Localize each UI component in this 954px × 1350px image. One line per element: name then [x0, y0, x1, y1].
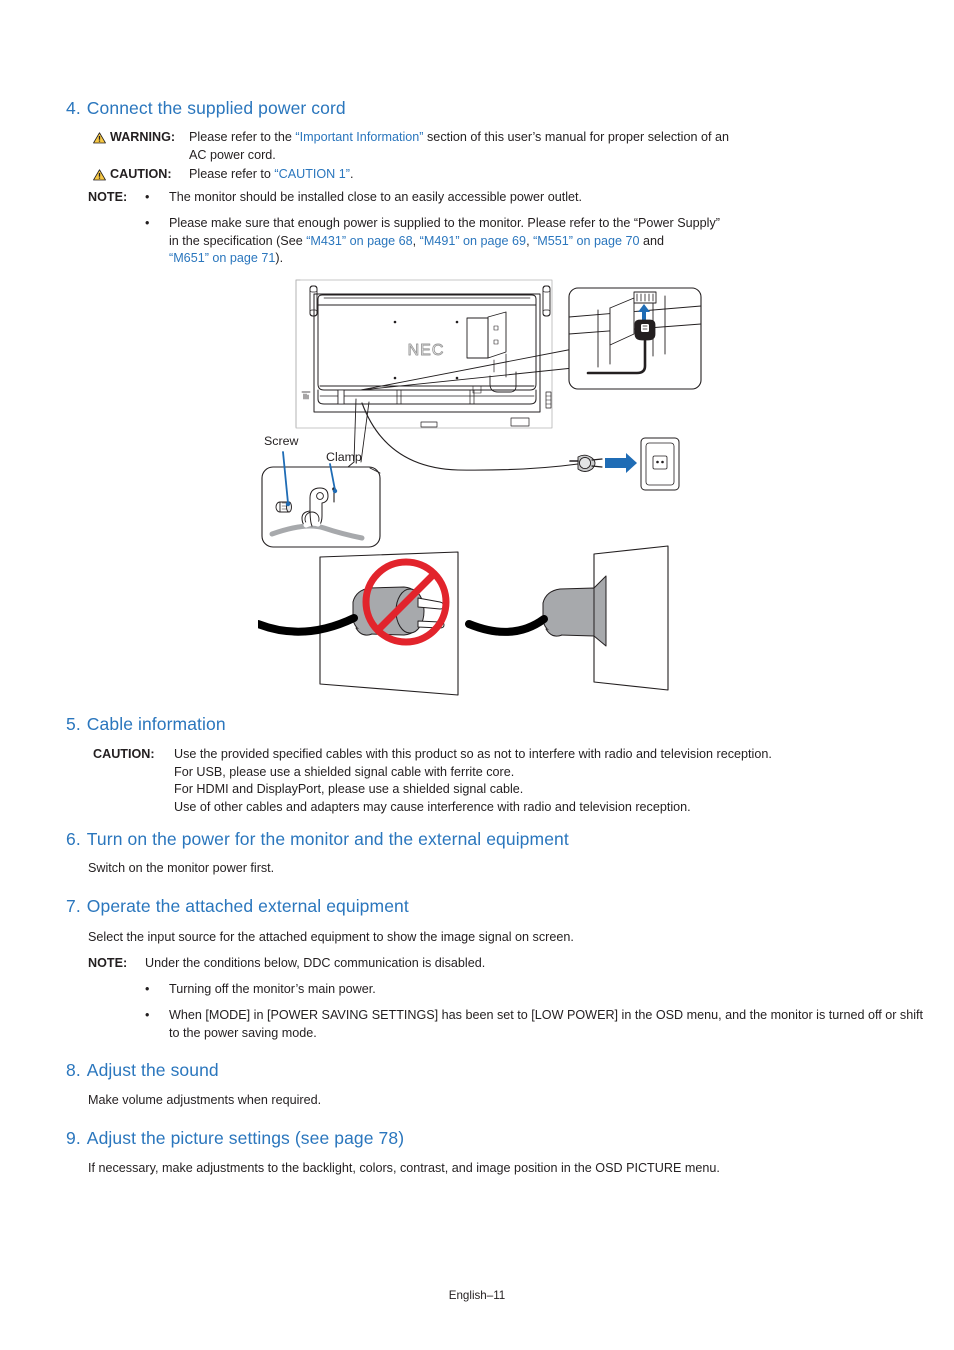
caution-text-before: Please refer to	[189, 167, 275, 181]
nec-logo: NEC	[408, 342, 445, 359]
section-8: 8. Adjust the sound	[66, 1060, 926, 1082]
section-6-number: 6.	[66, 829, 81, 849]
cable-caution-line-2: For USB, please use a shielded signal ca…	[174, 764, 515, 779]
section-7-bullet-2: •	[145, 1008, 150, 1022]
section-8-title: Adjust the sound	[86, 1060, 219, 1080]
cable-caution-line-1: Use the provided specified cables with t…	[174, 747, 772, 761]
section-6-title: Turn on the power for the monitor and th…	[86, 829, 569, 849]
note-label: NOTE:	[88, 190, 128, 204]
wall-plug-and-outlet	[569, 437, 680, 491]
section-6: 6. Turn on the power for the monitor and…	[66, 829, 926, 851]
note-bullet: •	[145, 190, 150, 204]
note-bullet-2: •	[145, 216, 150, 230]
note-item-1-text: The monitor should be installed close to…	[169, 190, 583, 204]
caution-text-after: .	[349, 167, 354, 181]
cable-caution-label: CAUTION:	[93, 747, 155, 761]
section-4-title: Connect the supplied power cord	[86, 98, 346, 118]
note-item-2-line2-prefix: in the specification (See	[169, 233, 307, 248]
caution-label: CAUTION:	[110, 167, 172, 181]
sep-3: and	[639, 233, 664, 248]
warning-text: Please refer to the “Important Informati…	[189, 129, 729, 164]
caution-text: Please refer to “CAUTION 1”.	[189, 166, 353, 184]
note-item-2-text: Please make sure that enough power is su…	[169, 215, 909, 268]
section-7-note: NOTE: Under the conditions below, DDC co…	[88, 955, 933, 973]
warning-triangle-icon	[93, 131, 106, 144]
section-7-title: Operate the attached external equipment	[86, 896, 409, 916]
section-8-heading: 8. Adjust the sound	[66, 1060, 926, 1082]
caution-row: CAUTION: Please refer to “CAUTION 1”.	[93, 166, 933, 184]
section-5-caution: CAUTION: Use the provided specified cabl…	[93, 746, 938, 816]
note-item-2-line1: Please make sure that enough power is su…	[169, 216, 720, 230]
warning-text-before: Please refer to the	[189, 130, 296, 144]
section-8-number: 8.	[66, 1060, 81, 1080]
plug-direction-arrow-icon	[605, 453, 637, 473]
socket-symbol-icon	[301, 391, 311, 400]
section-9-paragraph: If necessary, make adjustments to the ba…	[88, 1161, 720, 1175]
section-5-title: Cable information	[86, 714, 226, 734]
caution-triangle-icon	[93, 168, 106, 181]
section-7-note-label: NOTE:	[88, 956, 128, 970]
warning-text-line2: AC power cord.	[189, 147, 276, 162]
section-9-number: 9.	[66, 1128, 81, 1148]
section-4-number: 4.	[66, 98, 81, 118]
section-7: 7. Operate the attached external equipme…	[66, 896, 926, 918]
section-7-note-intro: Under the conditions below, DDC communic…	[145, 956, 486, 970]
cable-caution-line-3: For HDMI and DisplayPort, please use a s…	[174, 782, 524, 797]
section-5: 5. Cable information	[66, 714, 926, 736]
section-7-heading: 7. Operate the attached external equipme…	[66, 896, 926, 918]
plug-insertion-correct	[465, 545, 669, 691]
power-cord-diagram-svg: NEC	[254, 279, 702, 696]
power-cable	[361, 402, 579, 471]
note-item-2-line3-suffix: ).	[275, 251, 284, 266]
section-5-number: 5.	[66, 714, 81, 734]
m491-link[interactable]: “M491” on page 69	[420, 234, 526, 248]
sep-2: ,	[526, 233, 534, 248]
clamp-label: Clamp	[326, 450, 362, 464]
warning-label: WARNING:	[110, 130, 176, 144]
section-7-bullet-1: •	[145, 982, 150, 996]
note-row-2: • Please make sure that enough power is …	[88, 215, 933, 268]
plug-insertion-incorrect	[254, 551, 459, 696]
section-7-paragraph: Select the input source for the attached…	[88, 930, 574, 944]
m431-link[interactable]: “M431” on page 68	[306, 234, 412, 248]
section-4-heading: 4. Connect the supplied power cord	[66, 98, 926, 120]
page-footer: English–11	[448, 1289, 506, 1302]
cable-caution-line-4: Use of other cables and adapters may cau…	[174, 799, 691, 814]
section-7-note-item-1: • Turning off the monitor’s main power.	[88, 981, 933, 999]
screw-label: Screw	[264, 434, 299, 448]
cable-caution-body: Use the provided specified cables with t…	[174, 746, 934, 816]
section-7-note-item-2: • When [MODE] in [POWER SAVING SETTINGS]…	[88, 1007, 933, 1042]
section-7-number: 7.	[66, 896, 81, 916]
sep-1: ,	[412, 233, 420, 248]
important-information-link[interactable]: “Important Information”	[295, 130, 423, 144]
section-9: 9. Adjust the picture settings (see page…	[66, 1128, 926, 1150]
section-4: 4. Connect the supplied power cord	[66, 98, 926, 120]
m651-link[interactable]: “M651” on page 71	[169, 251, 275, 265]
section-9-title: Adjust the picture settings (see page 78…	[86, 1128, 405, 1148]
section-7-note-item-2-text: When [MODE] in [POWER SAVING SETTINGS] h…	[169, 1008, 924, 1040]
section-5-heading: 5. Cable information	[66, 714, 926, 736]
m551-link[interactable]: “M551” on page 70	[533, 234, 639, 248]
warning-text-after: section of this user’s manual for proper…	[423, 130, 729, 144]
caution-1-link[interactable]: “CAUTION 1”	[274, 167, 350, 181]
manual-page: 4. Connect the supplied power cord WARNI…	[0, 0, 954, 1350]
section-6-heading: 6. Turn on the power for the monitor and…	[66, 829, 926, 851]
section-6-paragraph: Switch on the monitor power first.	[88, 861, 275, 875]
section-8-paragraph: Make volume adjustments when required.	[88, 1093, 322, 1107]
section-7-note-item-1-text: Turning off the monitor’s main power.	[169, 982, 376, 996]
note-row-1: NOTE: • The monitor should be installed …	[88, 189, 933, 207]
warning-row: WARNING: Please refer to the “Important …	[93, 129, 933, 164]
section-9-heading: 9. Adjust the picture settings (see page…	[66, 1128, 926, 1150]
power-cord-illustration: NEC Screw Clamp	[254, 272, 708, 712]
